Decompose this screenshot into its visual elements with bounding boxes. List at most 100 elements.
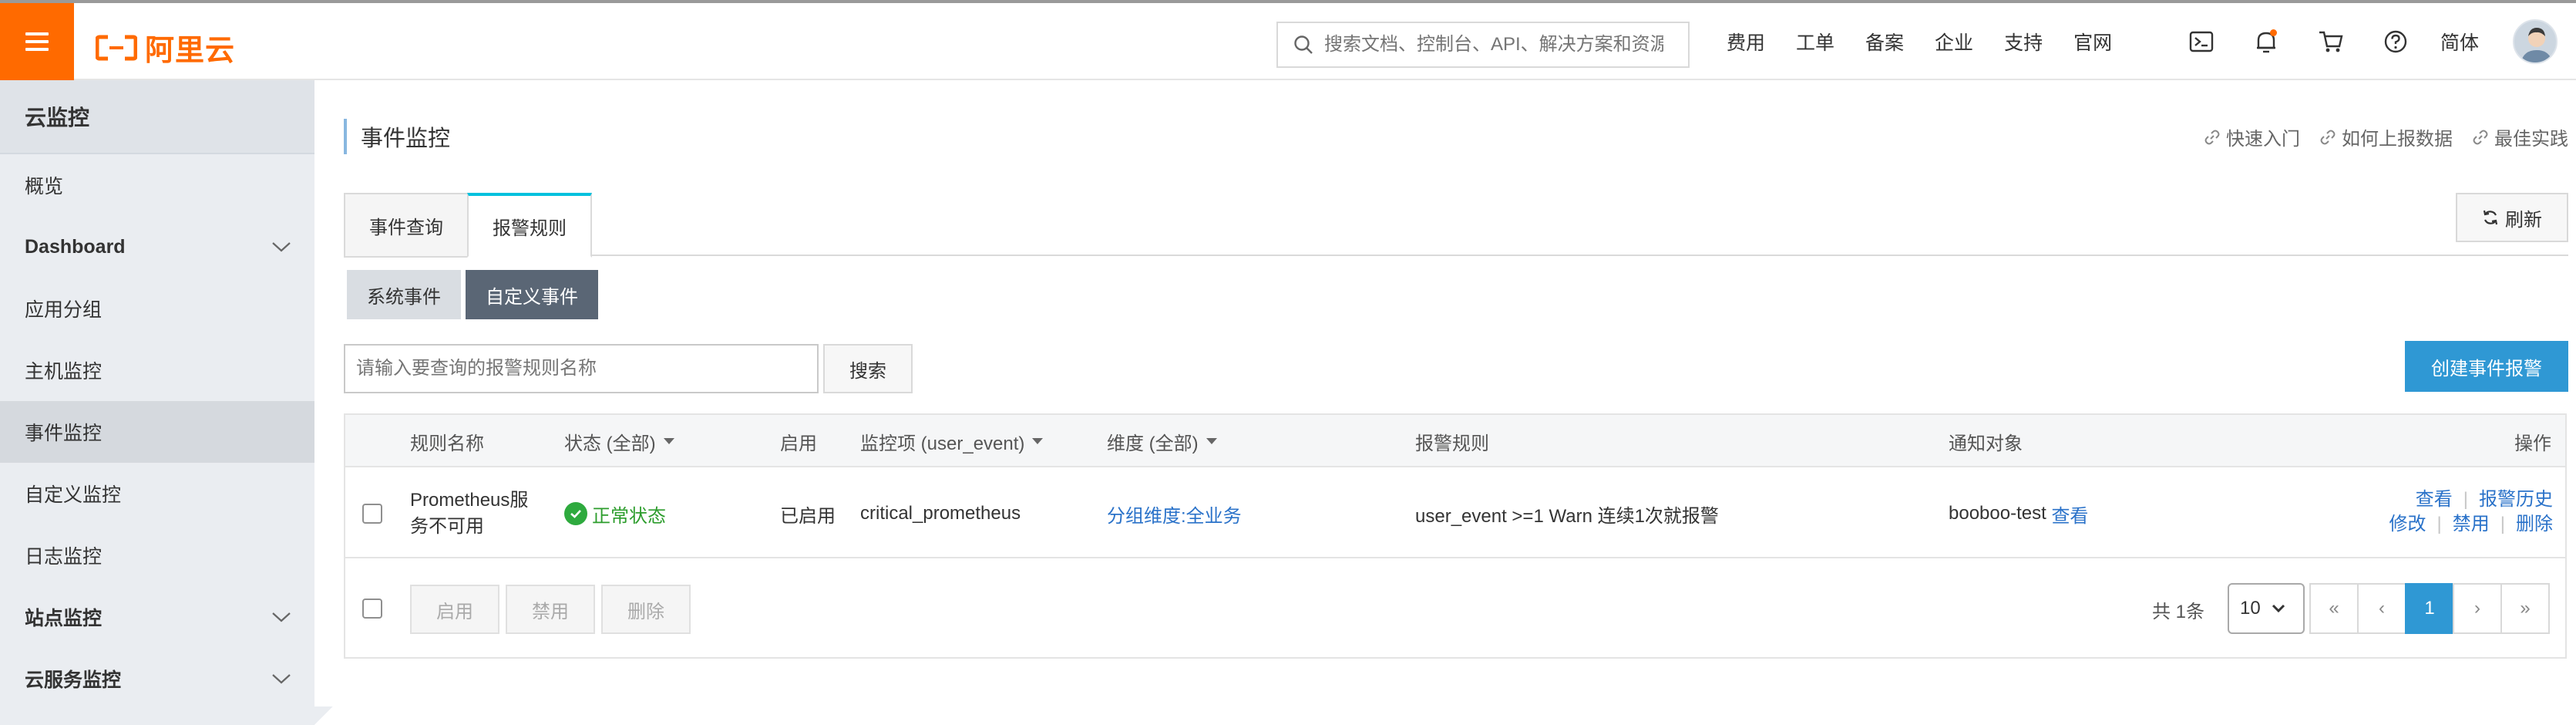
- tab-event-query[interactable]: 事件查询: [344, 193, 469, 258]
- sidebar-item-label: 自定义监控: [25, 484, 122, 506]
- nav-official-site[interactable]: 官网: [2073, 28, 2112, 56]
- rule-search-input[interactable]: [344, 344, 819, 393]
- table-header: 规则名称 状态 (全部) 启用 监控项 (user_event) 维度 (全部)…: [345, 415, 2565, 467]
- column-rule-name: 规则名称: [410, 433, 484, 454]
- status-text: 正常状态: [592, 505, 666, 527]
- event-type-tabs: 系统事件 自定义事件: [347, 270, 598, 319]
- caret-down-icon: [1206, 438, 1217, 444]
- terminal-icon[interactable]: [2178, 19, 2225, 65]
- column-metric[interactable]: 监控项 (user_event): [860, 415, 1044, 467]
- chevron-down-icon: [272, 674, 291, 684]
- cell-rule-name: Prometheus服务不可用: [410, 469, 541, 558]
- chevron-down-icon: [272, 612, 291, 622]
- sidebar-item-overview[interactable]: 概览: [0, 154, 314, 216]
- column-status[interactable]: 状态 (全部): [564, 415, 674, 467]
- global-search[interactable]: [1276, 22, 1690, 68]
- help-icon[interactable]: [2373, 19, 2419, 65]
- cell-enabled: 已启用: [780, 505, 836, 527]
- page-1-button[interactable]: 1: [2405, 583, 2454, 634]
- global-search-input[interactable]: [1324, 34, 1663, 56]
- chevron-down-icon: [272, 242, 291, 252]
- column-alarm-rule: 报警规则: [1415, 433, 1489, 454]
- select-all-checkbox[interactable]: [362, 599, 382, 619]
- notification-dot: [2270, 29, 2277, 36]
- sidebar-item-dashboard[interactable]: Dashboard: [0, 216, 314, 278]
- bulk-disable-button[interactable]: 禁用: [506, 585, 595, 634]
- column-actions: 操作: [2514, 433, 2551, 454]
- page-size-value: 10: [2240, 598, 2261, 619]
- nav-enterprise[interactable]: 企业: [1935, 28, 1973, 56]
- help-link-label: 最佳实践: [2494, 129, 2568, 150]
- page-size-select[interactable]: 10: [2228, 583, 2305, 634]
- sidebar-item-app-groups[interactable]: 应用分组: [0, 278, 314, 339]
- nav-icp[interactable]: 备案: [1865, 28, 1904, 56]
- next-page-button[interactable]: ›: [2453, 583, 2502, 634]
- caret-down-icon: [663, 438, 674, 444]
- total-count: 共 1条: [2152, 601, 2205, 622]
- rule-name-text: Prometheus服务不可用: [410, 490, 529, 537]
- refresh-icon: [2483, 210, 2498, 225]
- quick-start-link[interactable]: 快速入门: [2204, 123, 2300, 150]
- hamburger-icon: [25, 28, 49, 56]
- sidebar-item-log-monitoring[interactable]: 日志监控: [0, 524, 314, 586]
- sidebar-item-custom-monitoring[interactable]: 自定义监控: [0, 463, 314, 524]
- cart-icon[interactable]: [2308, 19, 2354, 65]
- table-row: Prometheus服务不可用 正常状态 已启用 critical_promet…: [345, 469, 2565, 558]
- bulk-enable-button[interactable]: 启用: [410, 585, 499, 634]
- search-button[interactable]: 搜索: [823, 344, 913, 393]
- caret-down-icon: [1032, 438, 1044, 444]
- sidebar-item-cloud-service-monitoring[interactable]: 云服务监控: [0, 648, 314, 710]
- column-label: 维度 (全部): [1107, 433, 1199, 454]
- sidebar-collapse-corner: [314, 706, 333, 725]
- sidebar-item-site-monitoring[interactable]: 站点监控: [0, 586, 314, 648]
- sidebar-item-host-monitoring[interactable]: 主机监控: [0, 339, 314, 401]
- alarm-history-link[interactable]: 报警历史: [2479, 489, 2553, 510]
- tab-custom-events[interactable]: 自定义事件: [466, 270, 598, 319]
- create-event-alarm-button[interactable]: 创建事件报警: [2405, 341, 2568, 392]
- how-to-report-link[interactable]: 如何上报数据: [2320, 123, 2453, 150]
- column-label: 状态 (全部): [564, 433, 656, 454]
- tab-alarm-rules[interactable]: 报警规则: [467, 193, 592, 258]
- cell-status: 正常状态: [564, 469, 666, 558]
- row-checkbox[interactable]: [362, 504, 382, 524]
- sidebar-item-label: Dashboard: [25, 235, 126, 258]
- help-links: 快速入门 如何上报数据 最佳实践: [2184, 123, 2568, 150]
- link-icon: [2473, 130, 2488, 144]
- tab-system-events[interactable]: 系统事件: [347, 270, 461, 319]
- prev-page-button[interactable]: ‹: [2357, 583, 2406, 634]
- notify-view-link[interactable]: 查看: [2051, 501, 2088, 528]
- nav-fees[interactable]: 费用: [1727, 28, 1765, 56]
- chevron-down-icon: [2272, 604, 2285, 613]
- best-practices-link[interactable]: 最佳实践: [2473, 123, 2568, 150]
- user-avatar[interactable]: [2513, 19, 2558, 64]
- bell-icon[interactable]: [2243, 19, 2289, 65]
- menu-button[interactable]: [0, 3, 74, 80]
- pagination: « ‹ 1 › »: [2309, 583, 2550, 634]
- refresh-label: 刷新: [2505, 209, 2542, 231]
- nav-tickets[interactable]: 工单: [1796, 28, 1834, 56]
- sidebar-item-label: 主机监控: [25, 361, 103, 383]
- notify-target: booboo-test: [1949, 503, 2046, 524]
- column-dimension[interactable]: 维度 (全部): [1107, 415, 1217, 467]
- cell-notify: booboo-test 查看: [1949, 469, 2088, 558]
- sidebar-item-label: 日志监控: [25, 546, 103, 568]
- column-label: 监控项 (user_event): [860, 433, 1025, 454]
- help-link-label: 快速入门: [2226, 129, 2300, 150]
- sidebar-item-event-monitoring[interactable]: 事件监控: [0, 401, 314, 463]
- edit-link[interactable]: 修改: [2389, 514, 2426, 534]
- view-link[interactable]: 查看: [2416, 489, 2453, 510]
- delete-link[interactable]: 删除: [2516, 514, 2553, 534]
- brand-logo[interactable]: 阿里云: [96, 26, 235, 69]
- refresh-button[interactable]: 刷新: [2456, 193, 2568, 242]
- first-page-button[interactable]: «: [2309, 583, 2359, 634]
- column-enabled: 启用: [780, 433, 817, 454]
- cell-dimension-link[interactable]: 分组维度:全业务: [1107, 469, 1242, 558]
- disable-link[interactable]: 禁用: [2453, 514, 2490, 534]
- nav-support[interactable]: 支持: [2004, 28, 2043, 56]
- link-icon: [2204, 130, 2220, 144]
- tab-bar: 事件查询 报警规则: [344, 193, 2568, 258]
- language-switch[interactable]: 简体: [2440, 28, 2479, 56]
- top-icons: 简体: [2178, 3, 2558, 80]
- bulk-delete-button[interactable]: 删除: [601, 585, 691, 634]
- last-page-button[interactable]: »: [2500, 583, 2550, 634]
